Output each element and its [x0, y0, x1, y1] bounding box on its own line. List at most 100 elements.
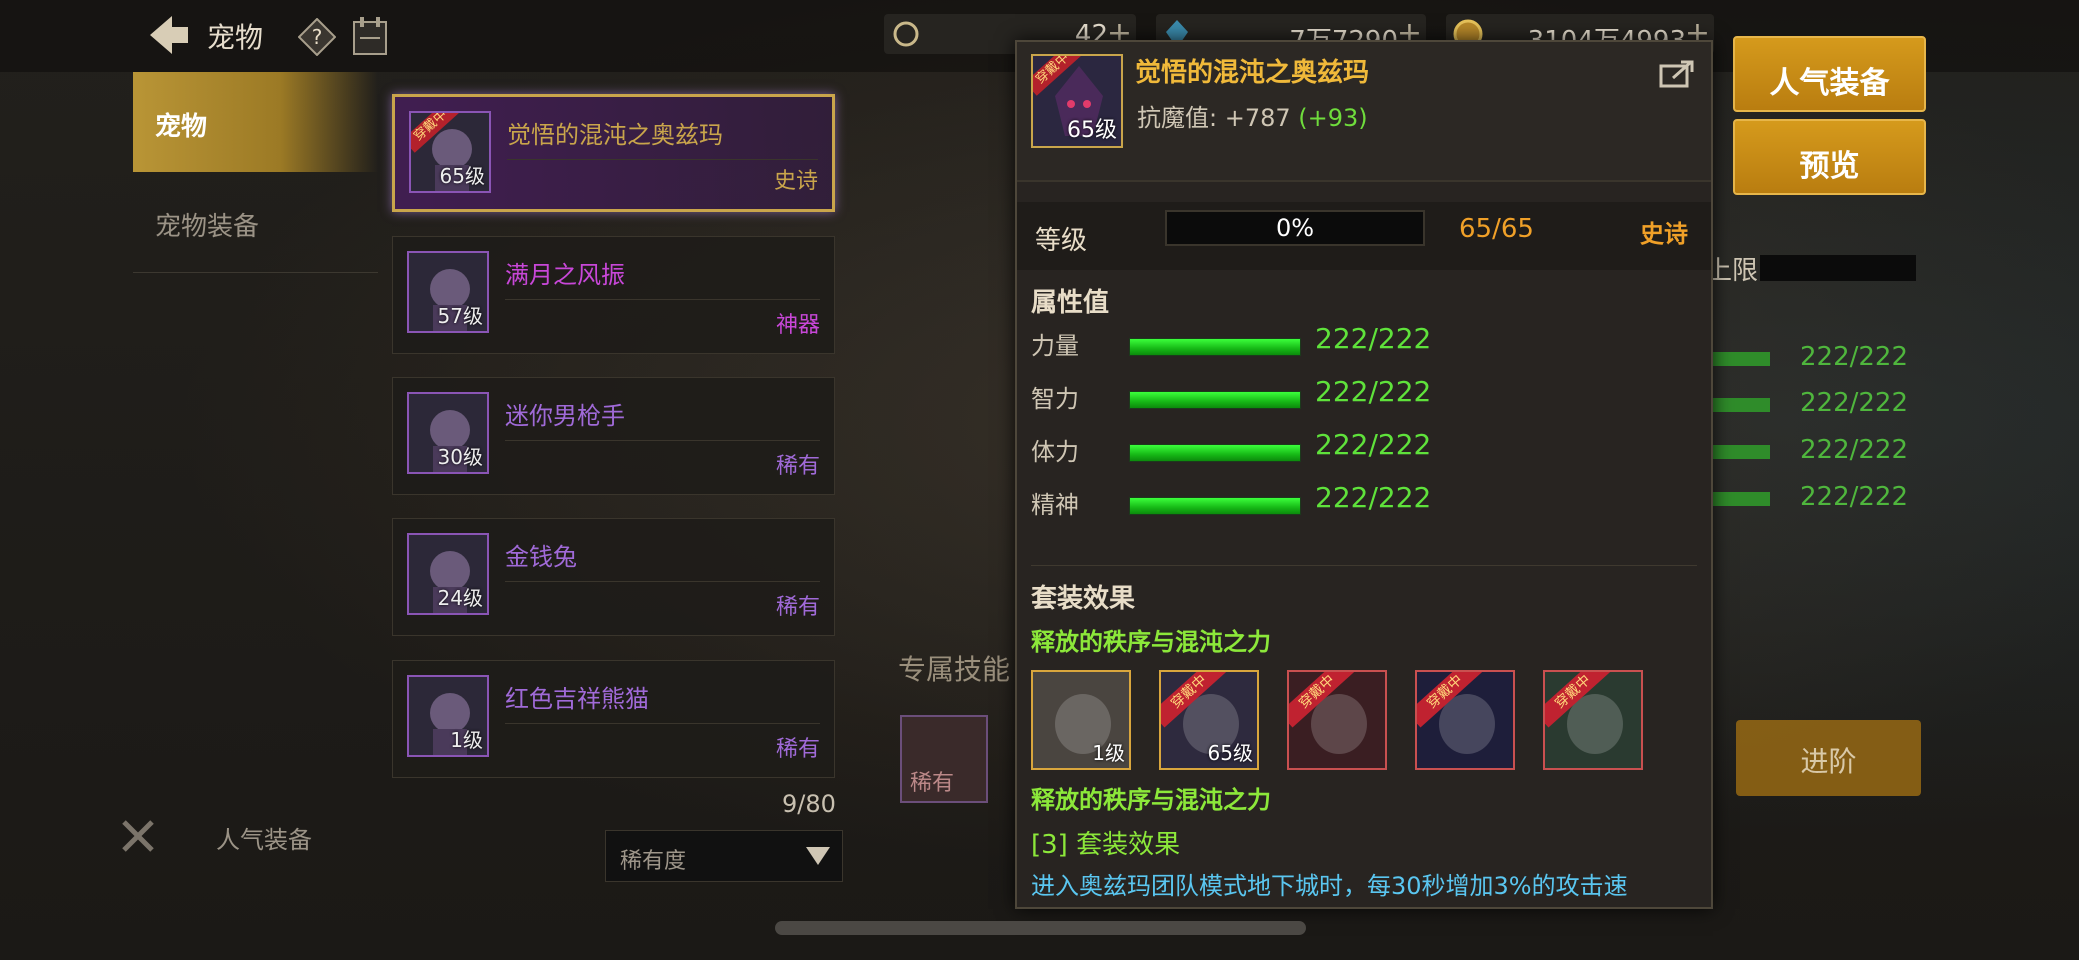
pet-portrait: 穿戴中 65级 — [1031, 54, 1123, 148]
attribute-bar — [1129, 497, 1301, 515]
pet-name: 满月之风振 — [505, 261, 625, 289]
crossed-swords-icon — [122, 820, 154, 852]
bg-stat-value: 222/222 — [1800, 388, 1909, 418]
page-title: 宠物 — [207, 21, 264, 54]
upper-limit-label: 上限 — [1706, 256, 1759, 286]
pet-count: 9/80 — [782, 790, 836, 818]
attribute-bar-fill — [1130, 339, 1300, 355]
share-icon[interactable] — [1659, 58, 1695, 88]
pet-name: 迷你男枪手 — [505, 402, 625, 430]
sidebar-tab-label: 宠物装备 — [155, 212, 260, 242]
set-item[interactable]: 穿戴中 65级 — [1159, 670, 1259, 770]
pet-name: 觉悟的混沌之奥兹玛 — [507, 121, 723, 149]
set-item[interactable]: 穿戴中 — [1287, 670, 1387, 770]
advance-button[interactable]: 进阶 — [1736, 720, 1921, 796]
attribute-bar-fill — [1130, 392, 1300, 408]
pet-divider — [505, 299, 820, 300]
preview-button[interactable]: 预览 — [1733, 119, 1926, 195]
help-icon[interactable]: ? — [298, 18, 336, 56]
stat-bonus: (+93) — [1298, 104, 1368, 132]
set-item[interactable]: 穿戴中 — [1543, 670, 1643, 770]
stat-label: 抗魔值: — [1137, 104, 1218, 132]
pet-level: 65级 — [439, 164, 485, 188]
exclusive-skill-icon[interactable]: 稀有 — [900, 715, 988, 803]
sort-dropdown[interactable]: 稀有度 — [605, 830, 843, 882]
pet-divider — [505, 440, 820, 441]
sidebar-divider — [133, 272, 378, 273]
pet-list-item[interactable]: 1级 红色吉祥熊猫 稀有 — [392, 660, 835, 778]
bg-stat-bar — [1712, 492, 1770, 506]
pet-level: 1级 — [450, 728, 483, 752]
pet-list-item[interactable]: 24级 金钱兔稀有 — [392, 518, 835, 636]
bg-stat-value: 222/222 — [1800, 342, 1909, 372]
set-item-icon — [1289, 672, 1385, 768]
attributes-title: 属性值 — [1031, 288, 1110, 318]
pet-rarity: 神器 — [775, 313, 820, 338]
pet-rarity: 稀有 — [775, 737, 820, 762]
set-item-level: 65级 — [1207, 741, 1253, 765]
pet-rarity: 史诗 — [773, 169, 818, 194]
set-item[interactable]: 1级 — [1031, 670, 1131, 770]
advance-label: 进阶 — [1800, 745, 1857, 778]
pet-list-item[interactable]: 穿戴中 65级 觉悟的混沌之奥兹玛史诗 — [392, 94, 835, 212]
attribute-label: 精神 — [1031, 491, 1079, 519]
pet-list-item[interactable]: 57级 满月之风振神器 — [392, 236, 835, 354]
exclusive-skill-title: 专属技能 — [898, 653, 1011, 686]
level-label: 等级 — [1035, 226, 1088, 256]
calendar-icon[interactable] — [352, 16, 388, 56]
sort-dropdown-label: 稀有度 — [620, 849, 687, 874]
pet-thumbnail: 30级 — [407, 392, 489, 474]
sidebar-tab-pet[interactable]: 宠物 — [133, 72, 378, 172]
bg-stat-bar — [1712, 398, 1770, 412]
pet-divider — [505, 581, 820, 582]
set-name-secondary: 释放的秩序与混沌之力 — [1031, 786, 1271, 814]
pet-divider — [505, 723, 820, 724]
attribute-value: 222/222 — [1315, 428, 1432, 461]
attribute-label: 力量 — [1031, 332, 1079, 360]
set-bonus-title: [3] 套装效果 — [1031, 830, 1181, 860]
popular-equipment-link[interactable]: 人气装备 — [216, 820, 312, 855]
pet-rarity: 稀有 — [775, 595, 820, 620]
set-item-icon — [1417, 672, 1513, 768]
bg-stat-bar — [1712, 445, 1770, 459]
skill-rarity-label: 稀有 — [910, 771, 955, 796]
popular-equipment-button[interactable]: 人气装备 — [1733, 36, 1926, 112]
set-item-level: 1级 — [1092, 741, 1125, 765]
pet-thumbnail: 57级 — [407, 251, 489, 333]
sidebar-tab-pet-equipment[interactable]: 宠物装备 — [133, 172, 378, 272]
upper-limit-bar — [1760, 255, 1916, 281]
popular-equipment-label: 人气装备 — [1769, 66, 1890, 101]
pet-level: 24级 — [437, 586, 483, 610]
attribute-label: 智力 — [1031, 385, 1079, 413]
pet-name: 金钱兔 — [505, 543, 577, 571]
set-item-icon — [1545, 672, 1641, 768]
scroll-indicator[interactable] — [775, 921, 1306, 935]
attribute-bar — [1129, 391, 1301, 409]
attribute-bar — [1129, 338, 1301, 356]
section-divider — [1031, 565, 1697, 566]
bg-stat-value: 222/222 — [1800, 435, 1909, 465]
attribute-value: 222/222 — [1315, 322, 1432, 355]
set-item[interactable]: 穿戴中 — [1415, 670, 1515, 770]
attribute-label: 体力 — [1031, 438, 1079, 466]
pet-thumbnail: 24级 — [407, 533, 489, 615]
level-value: 65/65 — [1459, 214, 1534, 244]
tooltip-pet-name: 觉悟的混沌之奥兹玛 — [1135, 58, 1370, 88]
attribute-value: 222/222 — [1315, 375, 1432, 408]
svg-text:?: ? — [312, 25, 323, 49]
level-progress-bar: 0% — [1165, 210, 1425, 246]
back-arrow-icon[interactable] — [146, 12, 192, 58]
pet-divider — [507, 159, 818, 160]
preview-label: 预览 — [1799, 149, 1860, 184]
pet-list-item[interactable]: 30级 迷你男枪手 稀有 — [392, 377, 835, 495]
pet-thumbnail: 穿戴中 65级 — [409, 111, 491, 193]
set-bonus-description: 进入奥兹玛团队模式地下城时，每30秒增加3%的攻击速 — [1031, 872, 1628, 900]
pet-level: 30级 — [437, 445, 483, 469]
rarity-label: 史诗 — [1640, 220, 1688, 248]
bg-stat-bar — [1712, 352, 1770, 366]
level-progress-text: 0% — [1275, 214, 1315, 242]
pet-level: 57级 — [437, 304, 483, 328]
tooltip-header: 穿戴中 65级 觉悟的混沌之奥兹玛 抗魔值: +787 (+93) — [1017, 42, 1711, 182]
magic-resist-stat: 抗魔值: +787 (+93) — [1137, 98, 1368, 133]
set-effect-title: 套装效果 — [1031, 584, 1136, 614]
